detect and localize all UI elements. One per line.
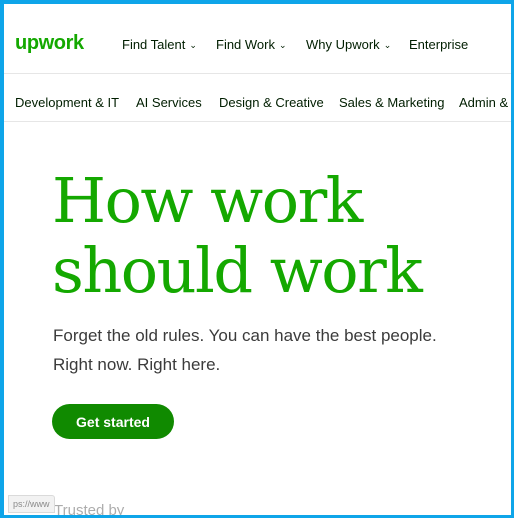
- category-ai-services[interactable]: AI Services: [136, 96, 202, 110]
- nav-find-work[interactable]: Find Work ⌄: [216, 38, 287, 52]
- nav-enterprise[interactable]: Enterprise: [409, 38, 468, 52]
- chevron-down-icon: ⌄: [189, 40, 197, 50]
- category-sales-marketing[interactable]: Sales & Marketing: [339, 96, 445, 110]
- hero-title: How work should work: [52, 164, 423, 307]
- get-started-button[interactable]: Get started: [52, 404, 174, 439]
- nav-enterprise-label: Enterprise: [409, 37, 469, 52]
- browser-viewport: upwork Find Talent ⌄ Find Work ⌄ Why Upwor…: [0, 0, 514, 518]
- nav-find-talent[interactable]: Find Talent ⌄: [122, 38, 197, 52]
- category-admin[interactable]: Admin & C: [459, 96, 511, 110]
- category-design-creative[interactable]: Design & Creative: [219, 96, 324, 110]
- chevron-down-icon: ⌄: [383, 40, 392, 50]
- upwork-logo[interactable]: upwork: [15, 33, 84, 53]
- nav-find-work-label: Find Work: [216, 37, 275, 52]
- category-development-it[interactable]: Development & IT: [15, 96, 119, 110]
- hero-subtitle-line-2: Right now. Right here.: [53, 355, 221, 374]
- chevron-down-icon: ⌄: [279, 40, 287, 50]
- nav-find-talent-label: Find Talent: [122, 37, 186, 52]
- hero-subtitle: Forget the old rules. You can have the b…: [53, 321, 503, 379]
- hero-title-line-2: should work: [52, 234, 423, 307]
- hero-title-line-1: How work: [52, 164, 363, 237]
- hero-subtitle-line-1: Forget the old rules. You can have the b…: [53, 326, 437, 345]
- status-bar-url: ps://www: [8, 495, 55, 513]
- nav-why-upwork-label: Why Upwork: [306, 37, 380, 52]
- top-navigation: upwork Find Talent ⌄ Find Work ⌄ Why Upwor…: [4, 4, 511, 74]
- trusted-by-label: Trusted by: [54, 502, 125, 518]
- category-navigation: Development & IT AI Services Design & Cr…: [4, 74, 511, 122]
- nav-why-upwork[interactable]: Why Upwork ⌄: [306, 38, 391, 52]
